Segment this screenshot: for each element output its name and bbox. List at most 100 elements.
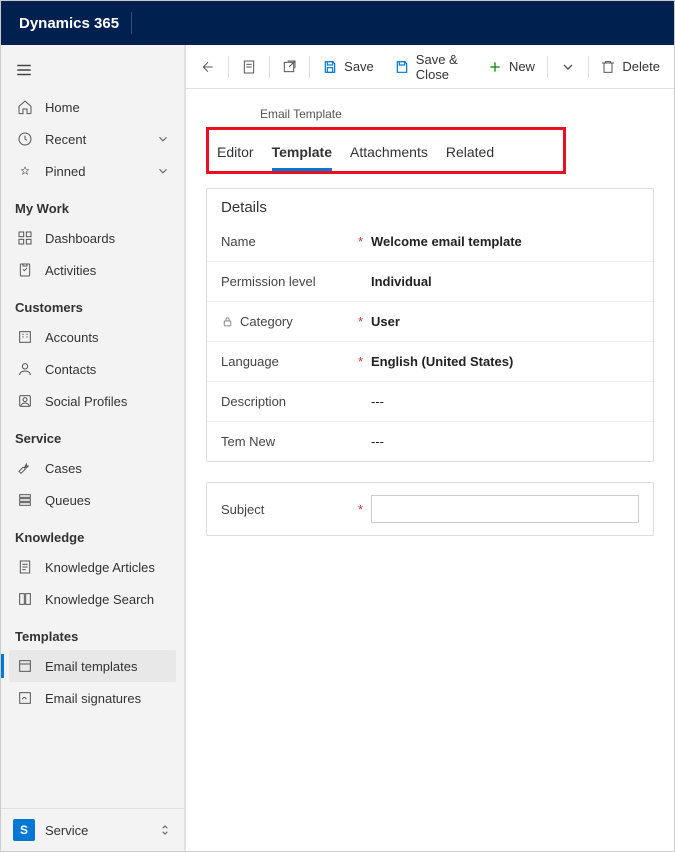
divider bbox=[228, 56, 229, 78]
sidebar-item-label: Home bbox=[45, 100, 80, 115]
sidebar-item-label: Accounts bbox=[45, 330, 98, 345]
lock-icon bbox=[221, 315, 234, 328]
field-row-temnew[interactable]: Tem New --- bbox=[207, 421, 653, 461]
sidebar-item-pinned[interactable]: Pinned bbox=[9, 155, 176, 187]
app-switcher[interactable]: S Service bbox=[1, 808, 184, 851]
save-close-button[interactable]: Save & Close bbox=[384, 45, 477, 89]
article-icon bbox=[15, 559, 35, 575]
save-label: Save bbox=[344, 59, 374, 74]
field-value: --- bbox=[371, 394, 639, 409]
sidebar-item-label: Pinned bbox=[45, 164, 85, 179]
sidebar-item-social-profiles[interactable]: Social Profiles bbox=[9, 385, 176, 417]
person-icon bbox=[15, 361, 35, 377]
tabs-highlight-box: Editor Template Attachments Related bbox=[206, 127, 566, 174]
app-name: Service bbox=[45, 823, 88, 838]
tab-related[interactable]: Related bbox=[446, 138, 494, 171]
template-icon bbox=[15, 658, 35, 674]
updown-icon bbox=[158, 823, 172, 837]
new-dropdown-button[interactable] bbox=[550, 45, 586, 89]
field-value: English (United States) bbox=[371, 354, 639, 369]
sidebar: Home Recent Pinned My Work Dashboards Ac… bbox=[1, 45, 185, 851]
pin-icon bbox=[15, 163, 35, 179]
sidebar-item-label: Social Profiles bbox=[45, 394, 127, 409]
topbar-divider bbox=[131, 12, 132, 34]
tab-attachments[interactable]: Attachments bbox=[350, 138, 428, 171]
save-close-icon bbox=[394, 59, 410, 75]
open-button[interactable] bbox=[271, 45, 307, 89]
field-row-description[interactable]: Description --- bbox=[207, 381, 653, 421]
new-button[interactable]: New bbox=[477, 45, 545, 89]
sidebar-item-knowledge-search[interactable]: Knowledge Search bbox=[9, 583, 176, 615]
details-section: Details Name * Welcome email template Per… bbox=[206, 188, 654, 462]
home-icon bbox=[15, 99, 35, 115]
wrench-icon bbox=[15, 460, 35, 476]
divider bbox=[547, 56, 548, 78]
sidebar-item-queues[interactable]: Queues bbox=[9, 484, 176, 516]
app-title: Dynamics 365 bbox=[19, 15, 119, 32]
tab-template[interactable]: Template bbox=[272, 138, 332, 171]
sidebar-item-label: Dashboards bbox=[45, 231, 115, 246]
trash-icon bbox=[600, 59, 616, 75]
field-label: Category bbox=[240, 314, 293, 329]
field-label: Name bbox=[221, 234, 256, 249]
sidebar-item-label: Knowledge Search bbox=[45, 592, 154, 607]
save-button[interactable]: Save bbox=[312, 45, 384, 89]
field-row-language[interactable]: Language * English (United States) bbox=[207, 341, 653, 381]
command-bar: Save Save & Close New Delete bbox=[186, 45, 674, 89]
divider bbox=[309, 56, 310, 78]
field-value: User bbox=[371, 314, 639, 329]
field-label: Language bbox=[221, 354, 279, 369]
required-indicator: * bbox=[358, 502, 363, 517]
subject-input[interactable] bbox=[371, 495, 639, 523]
field-value: Individual bbox=[371, 274, 639, 289]
chevron-down-icon bbox=[156, 132, 170, 146]
field-value: Welcome email template bbox=[371, 234, 639, 249]
clipboard-icon bbox=[15, 262, 35, 278]
section-header: Details bbox=[207, 189, 653, 222]
delete-button[interactable]: Delete bbox=[590, 45, 670, 89]
tab-editor[interactable]: Editor bbox=[217, 138, 254, 171]
sidebar-item-activities[interactable]: Activities bbox=[9, 254, 176, 286]
chevron-down-icon bbox=[156, 164, 170, 178]
sidebar-item-label: Cases bbox=[45, 461, 82, 476]
field-row-permission[interactable]: Permission level Individual bbox=[207, 261, 653, 301]
save-close-label: Save & Close bbox=[416, 52, 467, 82]
entity-label: Email Template bbox=[260, 107, 654, 121]
divider bbox=[588, 56, 589, 78]
sidebar-item-dashboards[interactable]: Dashboards bbox=[9, 222, 176, 254]
top-bar: Dynamics 365 bbox=[1, 1, 674, 45]
field-label: Tem New bbox=[221, 434, 275, 449]
sidebar-item-knowledge-articles[interactable]: Knowledge Articles bbox=[9, 551, 176, 583]
form-tabs: Editor Template Attachments Related bbox=[217, 138, 555, 171]
app-badge: S bbox=[13, 819, 35, 841]
main-region: Save Save & Close New Delete Email Templ… bbox=[185, 45, 674, 851]
field-row-category[interactable]: Category * User bbox=[207, 301, 653, 341]
field-row-name[interactable]: Name * Welcome email template bbox=[207, 222, 653, 261]
sidebar-item-cases[interactable]: Cases bbox=[9, 452, 176, 484]
back-button[interactable] bbox=[190, 45, 226, 89]
sidebar-item-recent[interactable]: Recent bbox=[9, 123, 176, 155]
sidebar-item-email-signatures[interactable]: Email signatures bbox=[9, 682, 176, 714]
save-icon bbox=[322, 59, 338, 75]
required-indicator: * bbox=[358, 354, 363, 369]
required-indicator: * bbox=[358, 234, 363, 249]
sidebar-group-header: Templates bbox=[9, 615, 176, 650]
sidebar-group-header: Customers bbox=[9, 286, 176, 321]
sidebar-item-label: Knowledge Articles bbox=[45, 560, 155, 575]
sidebar-item-accounts[interactable]: Accounts bbox=[9, 321, 176, 353]
divider bbox=[269, 56, 270, 78]
new-label: New bbox=[509, 59, 535, 74]
subject-section: Subject * bbox=[206, 482, 654, 536]
sidebar-group-header: Service bbox=[9, 417, 176, 452]
form-selector-button[interactable] bbox=[231, 45, 267, 89]
field-label: Subject bbox=[221, 502, 264, 517]
hamburger-button[interactable] bbox=[15, 61, 170, 79]
sidebar-item-label: Recent bbox=[45, 132, 86, 147]
dashboard-icon bbox=[15, 230, 35, 246]
sidebar-item-contacts[interactable]: Contacts bbox=[9, 353, 176, 385]
sidebar-group-header: Knowledge bbox=[9, 516, 176, 551]
sidebar-item-email-templates[interactable]: Email templates bbox=[9, 650, 176, 682]
sidebar-item-home[interactable]: Home bbox=[9, 91, 176, 123]
required-indicator: * bbox=[358, 314, 363, 329]
signature-icon bbox=[15, 690, 35, 706]
